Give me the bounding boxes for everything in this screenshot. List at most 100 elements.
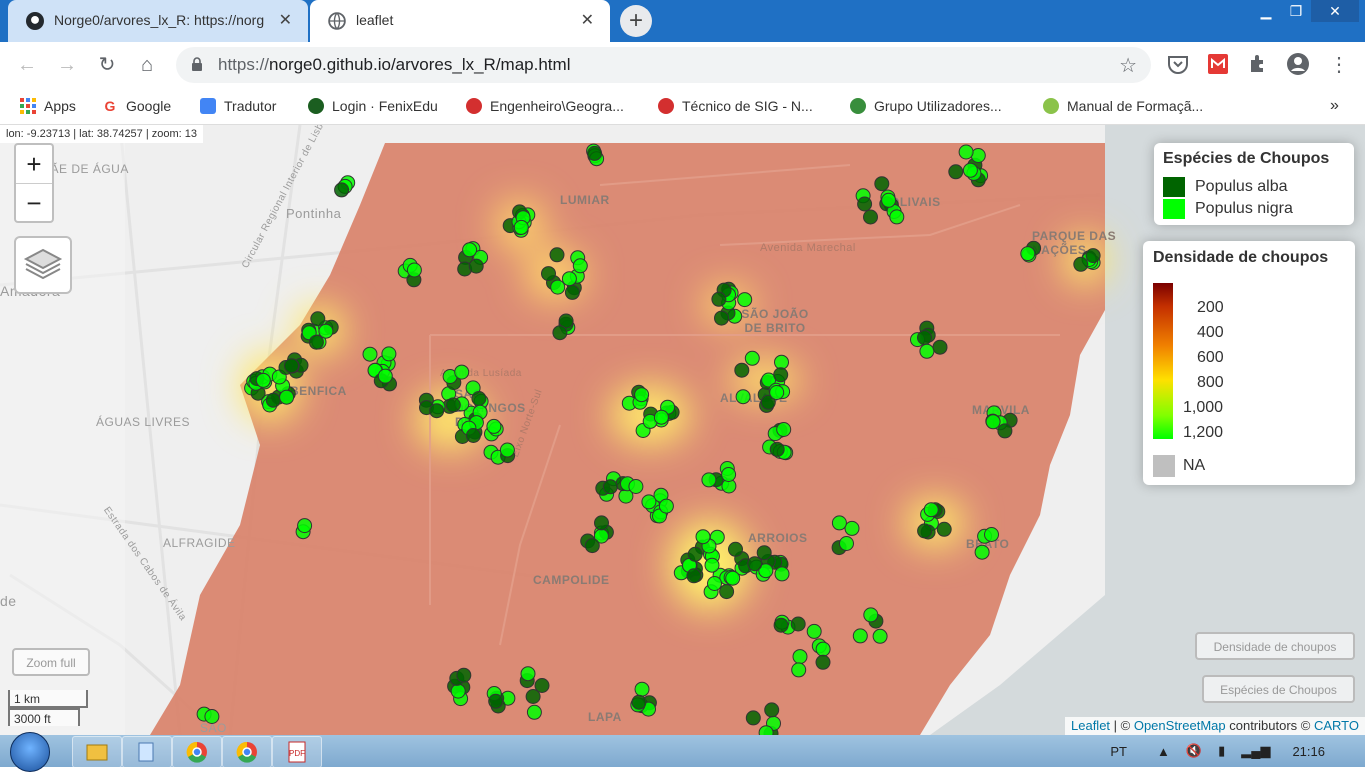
tree-point-marker[interactable] [936,521,952,537]
tree-point-marker[interactable] [686,568,702,584]
tree-point-marker[interactable] [594,515,609,531]
tree-point-marker[interactable] [815,641,831,657]
tree-point-marker[interactable] [728,541,743,557]
tree-point-marker[interactable] [445,397,461,413]
tree-point-marker[interactable] [958,144,974,160]
pocket-icon[interactable] [1166,52,1190,76]
tree-point-marker[interactable] [631,694,647,710]
tree-point-marker[interactable] [381,346,397,362]
tree-point-marker[interactable] [465,428,481,443]
tree-point-marker[interactable] [852,628,868,644]
tree-point-marker[interactable] [919,343,935,359]
tree-point-marker[interactable] [362,346,378,362]
restore-icon[interactable]: ❐ [1281,0,1311,22]
battery-icon[interactable]: ▮ [1218,743,1225,759]
tree-point-marker[interactable] [917,330,932,346]
close-tab-icon[interactable]: ✕ [581,10,594,30]
tree-point-marker[interactable] [1073,256,1089,272]
tree-point-marker[interactable] [204,709,220,724]
tree-point-marker[interactable] [721,467,737,482]
tree-point-marker[interactable] [499,442,515,458]
tree-point-marker[interactable] [985,414,1001,430]
bookmark-apps[interactable]: Apps [20,88,76,124]
volume-muted-icon[interactable]: 🔇 [1186,743,1202,759]
osm-link[interactable]: OpenStreetMap [1134,718,1226,733]
tree-point-marker[interactable] [308,334,324,350]
tree-point-marker[interactable] [471,391,487,406]
tree-point-marker[interactable] [857,196,873,212]
tree-point-marker[interactable] [744,350,760,366]
more-bookmarks-icon[interactable]: » [1330,88,1339,124]
back-icon[interactable]: ← [12,50,42,80]
leaflet-link[interactable]: Leaflet [1071,718,1110,733]
tree-point-marker[interactable] [513,219,529,235]
tree-point-marker[interactable] [756,545,772,561]
tab-leaflet[interactable]: leaflet ✕ [310,0,610,42]
tree-point-marker[interactable] [737,292,753,308]
tree-point-marker[interactable] [572,258,588,274]
tree-point-marker[interactable] [541,266,556,282]
tree-point-marker[interactable] [984,527,999,542]
tree-point-marker[interactable] [450,683,466,699]
tree-point-marker[interactable] [550,279,566,295]
explorer-taskbar-icon[interactable] [72,736,122,768]
tree-point-marker[interactable] [831,515,847,531]
tree-point-marker[interactable] [776,422,792,437]
profile-avatar-icon[interactable] [1286,52,1310,76]
tree-point-marker[interactable] [714,310,729,326]
tree-point-marker[interactable] [658,498,674,514]
language-indicator[interactable]: PT [1110,744,1127,759]
tree-point-marker[interactable] [377,368,393,384]
new-tab-button[interactable]: + [620,5,652,37]
tree-point-marker[interactable] [974,544,990,560]
bookmark-fenixedu[interactable]: Login · FenixEdu [308,88,438,124]
tree-point-marker[interactable] [284,358,299,374]
tree-point-marker[interactable] [462,242,478,258]
extension-red-icon[interactable] [1206,52,1230,76]
tree-point-marker[interactable] [734,362,750,378]
tree-point-marker[interactable] [279,389,295,405]
tree-point-marker[interactable] [526,704,542,720]
tree-point-marker[interactable] [564,284,580,300]
tree-point-marker[interactable] [815,654,831,670]
forward-icon[interactable]: → [52,50,82,80]
start-button[interactable] [10,732,50,772]
toggle-species-button[interactable]: Espécies de Choupos [1202,675,1355,703]
tree-point-marker[interactable] [790,616,806,632]
tree-point-marker[interactable] [889,209,905,225]
tree-point-marker[interactable] [687,546,703,562]
bookmark-google[interactable]: G Google [102,88,171,124]
tree-point-marker[interactable] [997,423,1013,439]
carto-link[interactable]: CARTO [1314,718,1359,733]
tree-point-marker[interactable] [735,389,751,405]
extensions-puzzle-icon[interactable] [1246,52,1270,76]
tree-point-marker[interactable] [584,538,600,554]
tree-point-marker[interactable] [701,472,717,488]
tree-point-marker[interactable] [1085,248,1101,264]
toggle-density-button[interactable]: Densidade de choupos [1195,632,1355,660]
tree-point-marker[interactable] [758,725,774,735]
tree-point-marker[interactable] [265,392,281,408]
tree-point-marker[interactable] [310,311,326,327]
layers-button[interactable] [14,236,72,294]
tree-point-marker[interactable] [587,145,603,161]
tree-point-marker[interactable] [962,162,978,178]
tree-point-marker[interactable] [872,628,888,644]
tree-point-marker[interactable] [641,494,657,510]
tree-point-marker[interactable] [653,409,669,425]
tree-point-marker[interactable] [695,529,711,545]
tree-point-marker[interactable] [318,323,334,339]
tree-point-marker[interactable] [486,418,502,434]
tree-point-marker[interactable] [602,479,618,495]
zoom-in-button[interactable]: + [16,145,52,184]
tree-point-marker[interactable] [948,164,964,180]
tree-point-marker[interactable] [764,702,780,718]
chrome-taskbar-icon[interactable] [222,736,272,768]
tree-point-marker[interactable] [863,209,878,225]
tree-point-marker[interactable] [707,576,722,591]
tree-point-marker[interactable] [774,354,789,370]
bookmark-manual-formacao[interactable]: Manual de Formaçã... [1043,88,1203,124]
tree-point-marker[interactable] [863,607,879,623]
bookmark-engenheiro[interactable]: Engenheiro\Geogra... [466,88,624,124]
tree-point-marker[interactable] [406,262,422,278]
